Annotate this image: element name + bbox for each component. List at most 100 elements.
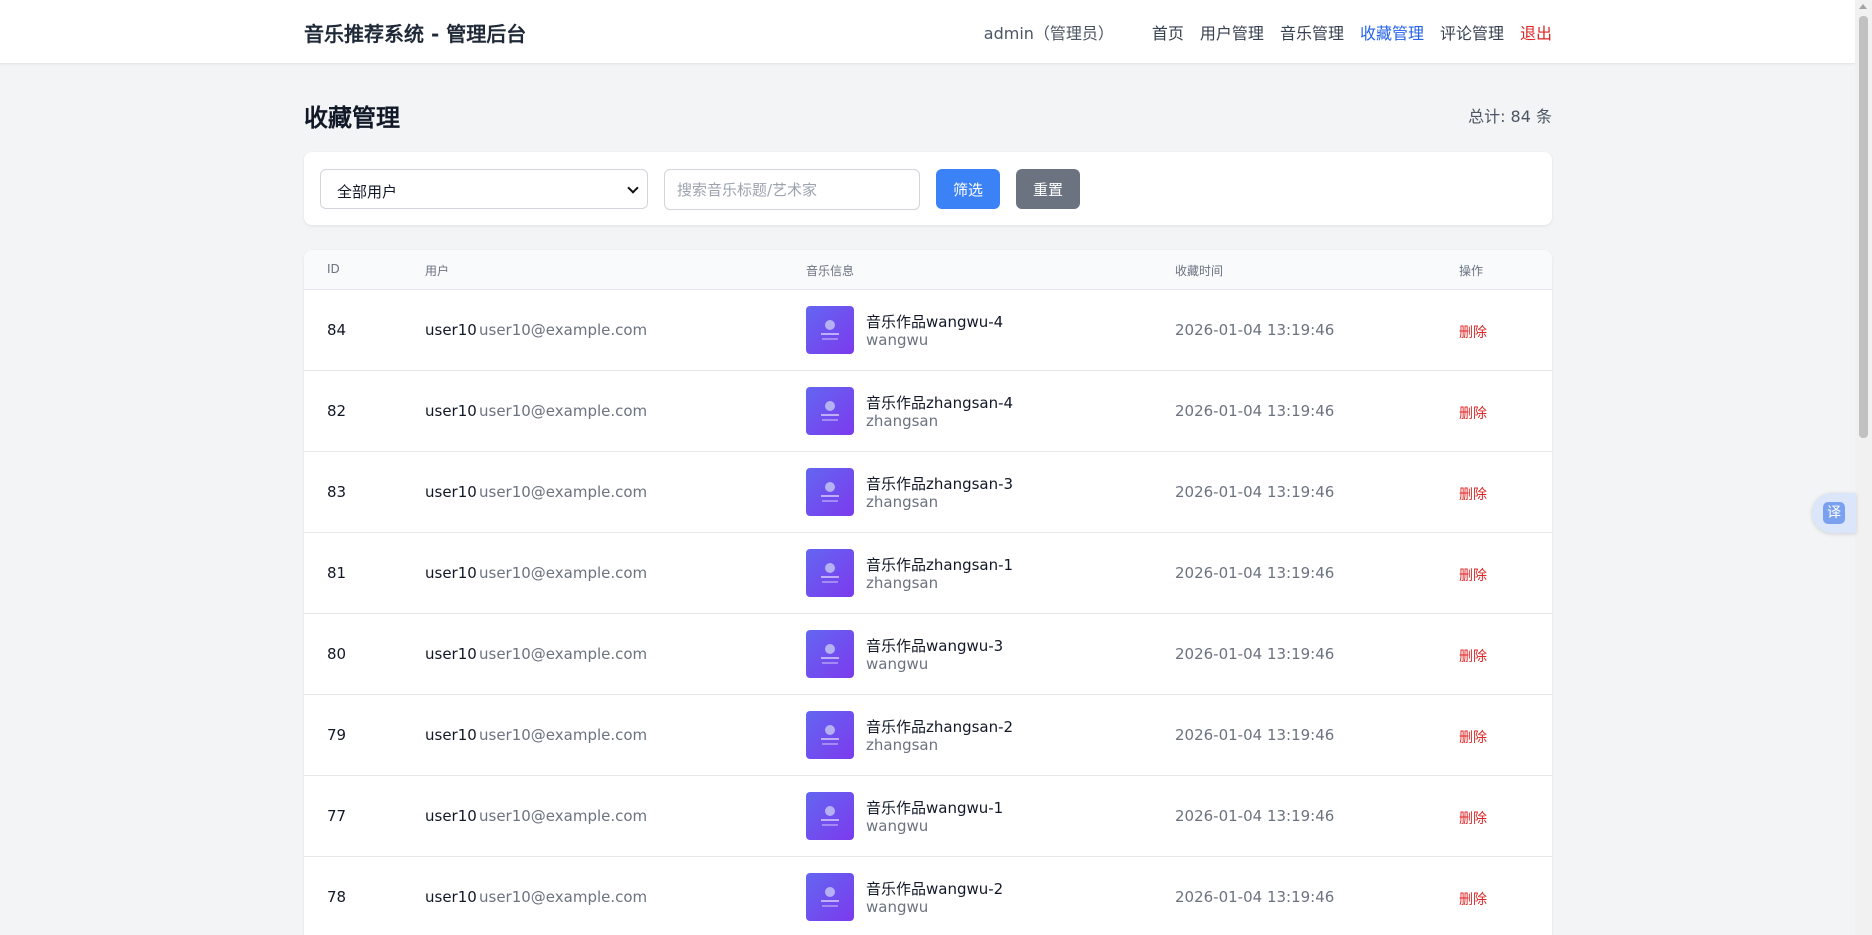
table-row: 78 user10 user10@example.com 音乐作品wangwu-2 wa… <box>304 856 1552 935</box>
row-id: 80 <box>327 645 347 663</box>
favorites-table: ID 用户 音乐信息 收藏时间 操作 84 user10 user10@exampl… <box>304 250 1552 935</box>
table-row: 81 user10 user10@example.com 音乐作品zhangsan-1… <box>304 532 1552 613</box>
reset-button[interactable]: 重置 <box>1016 169 1080 209</box>
user-filter-value: 全部用户 <box>337 183 398 201</box>
logout-link[interactable]: 退出 <box>1520 20 1552 44</box>
user-filter-select[interactable]: 全部用户 <box>320 169 648 209</box>
album-cover-icon <box>806 306 854 354</box>
delete-link[interactable]: 删除 <box>1459 484 1487 504</box>
row-favorited-time: 2026-01-04 13:19:46 <box>1175 564 1335 582</box>
row-artist: zhangsan <box>866 574 939 592</box>
row-favorited-time: 2026-01-04 13:19:46 <box>1175 726 1335 744</box>
row-music-title: 音乐作品zhangsan-1 <box>866 556 1014 574</box>
app-title: 音乐推荐系统 - 管理后台 <box>304 22 527 46</box>
delete-link[interactable]: 删除 <box>1459 646 1487 666</box>
scroll-up-icon[interactable] <box>1859 4 1867 9</box>
row-favorited-time: 2026-01-04 13:19:46 <box>1175 483 1335 501</box>
delete-link[interactable]: 删除 <box>1459 403 1487 423</box>
row-username: user10 <box>425 888 477 906</box>
album-cover-icon <box>806 549 854 597</box>
row-username: user10 <box>425 645 477 663</box>
row-music-title: 音乐作品zhangsan-3 <box>866 475 1014 493</box>
table-row: 82 user10 user10@example.com 音乐作品zhangsan-4… <box>304 370 1552 451</box>
nav-music[interactable]: 音乐管理 <box>1280 20 1344 44</box>
delete-link[interactable]: 删除 <box>1459 727 1487 747</box>
table-row: 83 user10 user10@example.com 音乐作品zhangsan-3… <box>304 451 1552 532</box>
table-header: ID 用户 音乐信息 收藏时间 操作 <box>304 250 1552 289</box>
row-id: 82 <box>327 402 347 420</box>
row-music-title: 音乐作品zhangsan-2 <box>866 718 1014 736</box>
row-artist: zhangsan <box>866 493 939 511</box>
row-music-title: 音乐作品wangwu-1 <box>866 799 1004 817</box>
row-id: 77 <box>327 807 347 825</box>
row-favorited-time: 2026-01-04 13:19:46 <box>1175 321 1335 339</box>
row-username: user10 <box>425 726 477 744</box>
row-email: user10@example.com <box>479 321 648 339</box>
row-music-title: 音乐作品wangwu-4 <box>866 313 1004 331</box>
row-username: user10 <box>425 807 477 825</box>
row-email: user10@example.com <box>479 402 648 420</box>
album-cover-icon <box>806 873 854 921</box>
row-id: 81 <box>327 564 347 582</box>
table-row: 77 user10 user10@example.com 音乐作品wangwu-1 wa… <box>304 775 1552 856</box>
current-user-label: admin（管理员） <box>983 24 1114 43</box>
row-id: 83 <box>327 483 347 501</box>
main-nav: admin（管理员） 首页 用户管理 音乐管理 收藏管理 评论管理 退出 <box>984 20 1552 44</box>
row-music-title: 音乐作品wangwu-3 <box>866 637 1004 655</box>
search-input[interactable] <box>664 169 920 210</box>
row-music-title: 音乐作品wangwu-2 <box>866 880 1004 898</box>
top-navbar: 音乐推荐系统 - 管理后台 admin（管理员） 首页 用户管理 音乐管理 收藏… <box>0 0 1855 64</box>
nav-favorites[interactable]: 收藏管理 <box>1360 20 1424 44</box>
header-time: 收藏时间 <box>1175 264 1224 278</box>
row-email: user10@example.com <box>479 807 648 825</box>
row-email: user10@example.com <box>479 726 648 744</box>
row-favorited-time: 2026-01-04 13:19:46 <box>1175 645 1335 663</box>
row-email: user10@example.com <box>479 888 648 906</box>
header-id: ID <box>327 262 340 276</box>
nav-users[interactable]: 用户管理 <box>1200 20 1264 44</box>
row-artist: wangwu <box>866 817 929 835</box>
delete-link[interactable]: 删除 <box>1459 565 1487 585</box>
delete-link[interactable]: 删除 <box>1459 808 1487 828</box>
filter-panel: 全部用户 筛选 重置 <box>304 152 1552 225</box>
row-favorited-time: 2026-01-04 13:19:46 <box>1175 402 1335 420</box>
row-artist: zhangsan <box>866 736 939 754</box>
table-row: 84 user10 user10@example.com 音乐作品wangwu-4 wa… <box>304 289 1552 370</box>
row-email: user10@example.com <box>479 564 648 582</box>
row-username: user10 <box>425 402 477 420</box>
nav-comments[interactable]: 评论管理 <box>1440 20 1504 44</box>
total-count: 总计: 84 条 <box>1468 107 1552 126</box>
row-id: 79 <box>327 726 347 744</box>
nav-home[interactable]: 首页 <box>1152 20 1184 44</box>
row-artist: wangwu <box>866 655 929 673</box>
row-email: user10@example.com <box>479 483 648 501</box>
page-scrollbar[interactable] <box>1855 0 1872 935</box>
album-cover-icon <box>806 387 854 435</box>
scroll-thumb[interactable] <box>1859 16 1868 438</box>
table-row: 80 user10 user10@example.com 音乐作品wangwu-3 wa… <box>304 613 1552 694</box>
translate-widget[interactable]: 译 <box>1812 493 1856 533</box>
chevron-down-icon <box>627 182 639 194</box>
row-favorited-time: 2026-01-04 13:19:46 <box>1175 807 1335 825</box>
album-cover-icon <box>806 468 854 516</box>
album-cover-icon <box>806 792 854 840</box>
row-id: 78 <box>327 888 347 906</box>
album-cover-icon <box>806 630 854 678</box>
table-row: 79 user10 user10@example.com 音乐作品zhangsan-2… <box>304 694 1552 775</box>
delete-link[interactable]: 删除 <box>1459 889 1487 909</box>
header-user: 用户 <box>425 264 450 278</box>
row-username: user10 <box>425 483 477 501</box>
delete-link[interactable]: 删除 <box>1459 322 1487 342</box>
page-title: 收藏管理 <box>304 104 400 132</box>
header-music: 音乐信息 <box>806 264 855 278</box>
row-artist: zhangsan <box>866 412 939 430</box>
row-favorited-time: 2026-01-04 13:19:46 <box>1175 888 1335 906</box>
header-action: 操作 <box>1459 264 1484 278</box>
filter-button[interactable]: 筛选 <box>936 169 1000 209</box>
row-music-title: 音乐作品zhangsan-4 <box>866 394 1014 412</box>
row-id: 84 <box>327 321 347 339</box>
row-username: user10 <box>425 321 477 339</box>
row-artist: wangwu <box>866 331 929 349</box>
row-artist: wangwu <box>866 898 929 916</box>
album-cover-icon <box>806 711 854 759</box>
